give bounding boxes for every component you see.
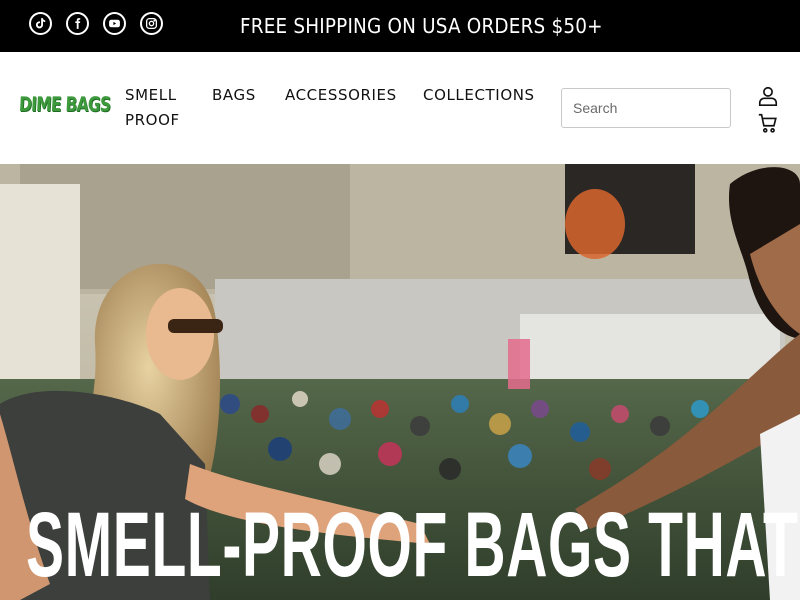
- nav-smell-proof[interactable]: SMELL PROOF: [125, 83, 205, 133]
- announcement-bar: FREE SHIPPING ON USA ORDERS $50+: [0, 0, 800, 52]
- search-input[interactable]: [561, 88, 731, 128]
- nav-bags[interactable]: BAGS: [212, 83, 256, 108]
- instagram-icon[interactable]: [140, 12, 163, 35]
- facebook-icon[interactable]: [66, 12, 89, 35]
- tiktok-icon[interactable]: [29, 12, 52, 35]
- account-icon[interactable]: [757, 85, 779, 107]
- cart-icon[interactable]: [757, 112, 779, 134]
- logo[interactable]: DIME BAGS: [18, 92, 112, 124]
- nav-collections[interactable]: COLLECTIONS: [423, 83, 535, 108]
- social-links: [29, 12, 163, 35]
- site-header: DIME BAGS SMELL PROOF BAGS ACCESSORIES C…: [0, 52, 800, 164]
- hero-headline: SMELL-PROOF BAGS THAT: [26, 494, 799, 596]
- logo-text: DIME BAGS: [18, 92, 112, 116]
- shipping-announcement: FREE SHIPPING ON USA ORDERS $50+: [240, 14, 603, 38]
- youtube-icon[interactable]: [103, 12, 126, 35]
- hero-banner: SMELL-PROOF BAGS THAT: [0, 164, 800, 600]
- nav-accessories[interactable]: ACCESSORIES: [285, 83, 397, 108]
